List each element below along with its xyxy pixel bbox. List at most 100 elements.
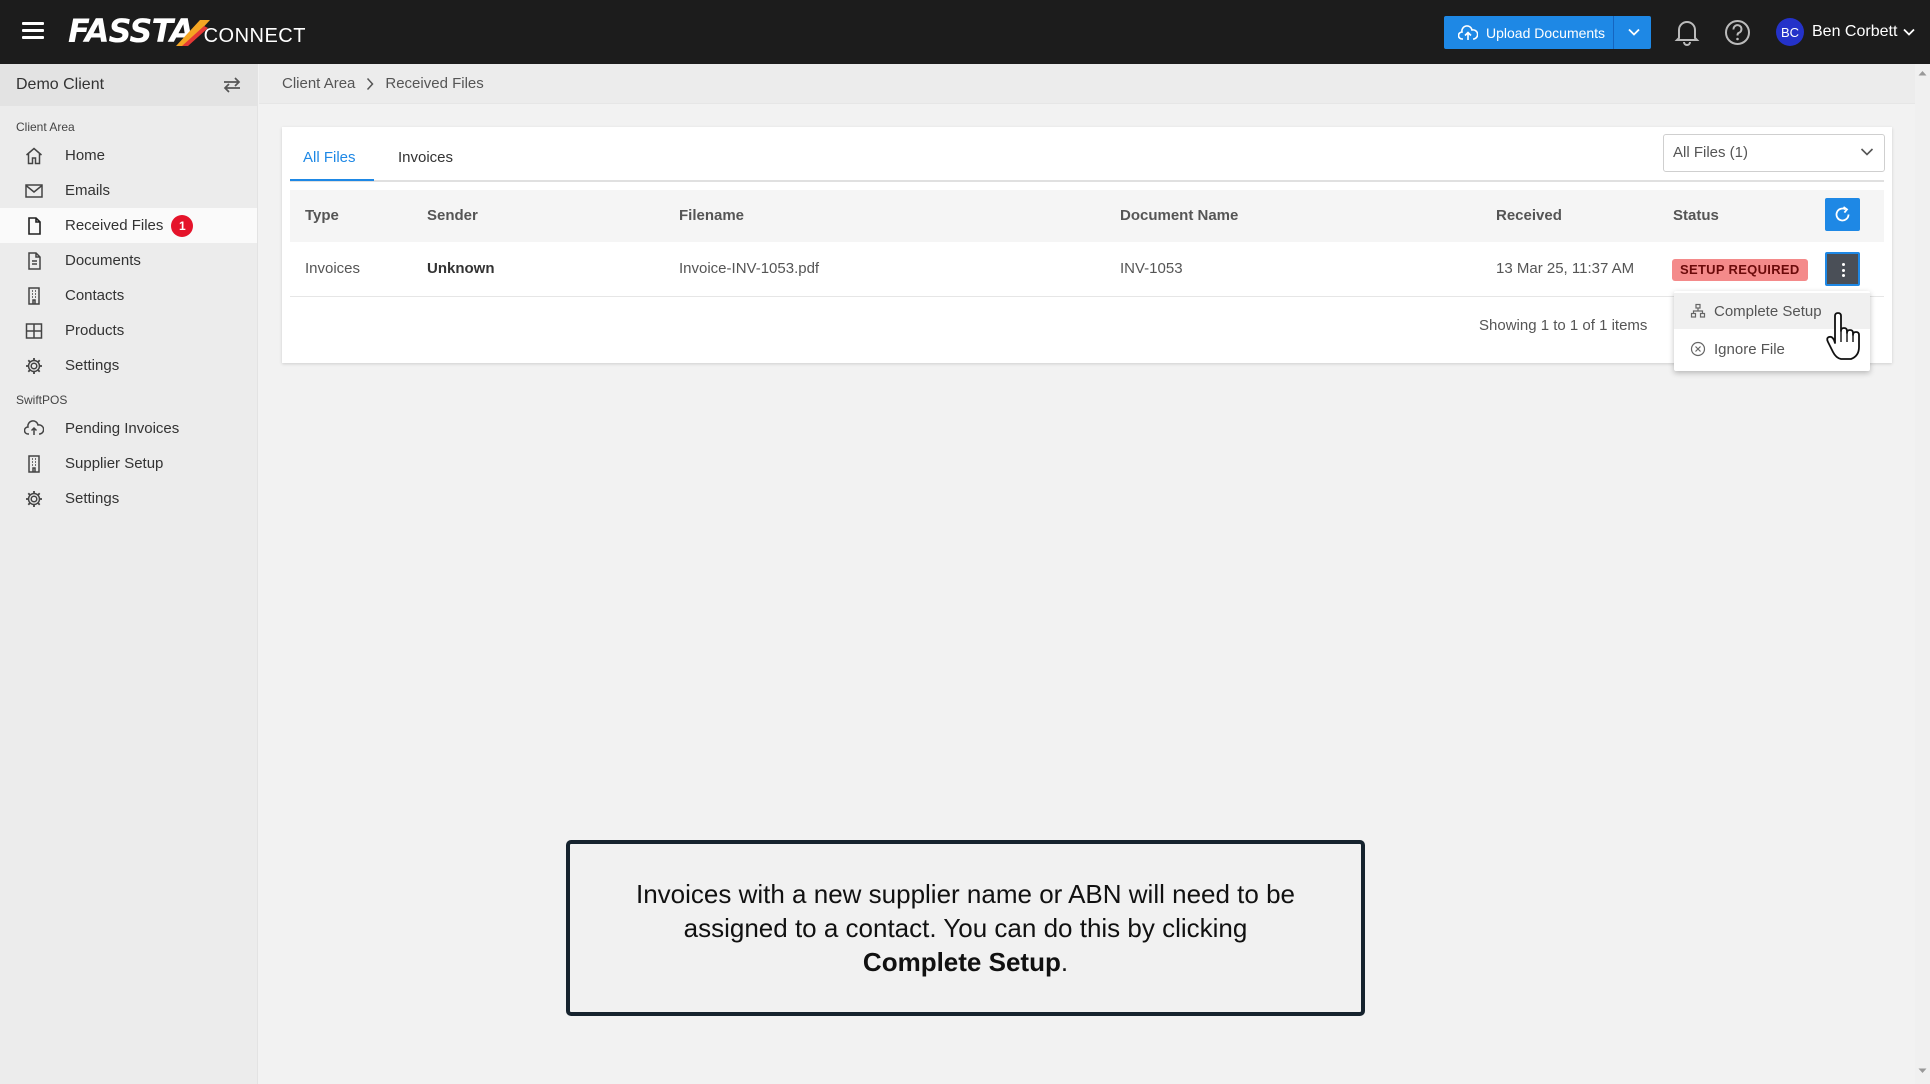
cell-document-name: INV-1053 xyxy=(1120,260,1183,277)
scroll-down-arrow-icon[interactable] xyxy=(1918,1068,1927,1074)
upload-documents-button[interactable]: Upload Documents xyxy=(1444,16,1651,49)
sidebar-item-documents[interactable]: Documents xyxy=(0,243,257,278)
help-icon[interactable] xyxy=(1724,19,1751,46)
kebab-dot xyxy=(1842,274,1845,277)
chevron-right-icon xyxy=(367,77,374,90)
tab-bar: All Files Invoices xyxy=(290,127,1884,182)
app-logo[interactable]: FASSTA CONNECT xyxy=(68,12,306,50)
sidebar-item-swiftpos-settings[interactable]: Settings xyxy=(0,481,257,516)
upload-documents-label: Upload Documents xyxy=(1486,24,1606,41)
active-tab-indicator xyxy=(290,179,374,181)
menu-item-label: Ignore File xyxy=(1714,340,1785,358)
table-row[interactable]: Invoices Unknown Invoice-INV-1053.pdf IN… xyxy=(290,242,1884,297)
sidebar-item-settings[interactable]: Settings xyxy=(0,348,257,383)
tab-all-files[interactable]: All Files xyxy=(303,149,356,166)
client-name: Demo Client xyxy=(16,76,105,93)
button-divider xyxy=(1613,16,1614,49)
sidebar: Demo Client Client Area Home Emails Rece… xyxy=(0,64,258,1084)
pagination-summary: Showing 1 to 1 of 1 items xyxy=(1479,317,1648,334)
gear-icon xyxy=(26,357,42,374)
sidebar-item-label: Products xyxy=(65,322,125,339)
column-header-sender[interactable]: Sender xyxy=(427,207,478,224)
top-bar: FASSTA CONNECT Upload Documents BC Ben C… xyxy=(0,0,1930,64)
sidebar-item-label: Contacts xyxy=(65,287,125,304)
refresh-button[interactable] xyxy=(1825,198,1860,231)
cloud-upload-icon xyxy=(24,419,44,435)
chevron-down-icon xyxy=(1903,28,1916,36)
sidebar-item-products[interactable]: Products xyxy=(0,313,257,348)
hierarchy-icon xyxy=(1690,303,1706,318)
bell-icon[interactable] xyxy=(1674,18,1700,46)
cell-received: 13 Mar 25, 11:37 AM xyxy=(1496,260,1635,277)
sidebar-item-contacts[interactable]: Contacts xyxy=(0,278,257,313)
callout-emphasis: Complete Setup xyxy=(862,947,1061,977)
table-header: Type Sender Filename Document Name Recei… xyxy=(290,190,1884,242)
swap-icon[interactable] xyxy=(222,76,242,94)
sidebar-item-label: Emails xyxy=(65,182,111,199)
breadcrumb-current: Received Files xyxy=(385,75,484,92)
column-header-document-name[interactable]: Document Name xyxy=(1120,207,1238,224)
files-card: All Files Invoices All Files (1) Type Se… xyxy=(282,127,1892,363)
cell-filename: Invoice-INV-1053.pdf xyxy=(679,260,820,277)
scroll-up-arrow-icon[interactable] xyxy=(1918,70,1927,76)
mail-icon xyxy=(25,183,43,198)
sidebar-item-label: Documents xyxy=(65,252,141,269)
gear-icon xyxy=(26,490,42,507)
user-name: Ben Corbett xyxy=(1812,23,1898,40)
sidebar-item-pending-invoices[interactable]: Pending Invoices xyxy=(0,411,257,446)
section-label-client-area: Client Area xyxy=(16,120,75,134)
pointer-hand-icon xyxy=(1826,312,1860,360)
page-scrollbar[interactable] xyxy=(1915,64,1930,1084)
sidebar-item-supplier-setup[interactable]: Supplier Setup xyxy=(0,446,257,481)
building-icon xyxy=(28,286,40,305)
column-header-status[interactable]: Status xyxy=(1673,207,1719,224)
kebab-dot xyxy=(1842,268,1845,272)
breadcrumb: Client Area Received Files xyxy=(259,64,1915,104)
sidebar-item-received-files[interactable]: Received Files 1 xyxy=(0,208,257,243)
sidebar-item-label: Settings xyxy=(65,357,120,374)
sidebar-item-label: Settings xyxy=(65,490,120,507)
column-header-type[interactable]: Type xyxy=(305,207,339,224)
filter-value: All Files (1) xyxy=(1673,144,1749,161)
tutorial-callout: Invoices with a new supplier name or ABN… xyxy=(566,840,1365,1016)
building-icon xyxy=(28,454,40,473)
cell-type: Invoices xyxy=(305,260,361,277)
logo-sub-text: CONNECT xyxy=(203,25,306,47)
menu-item-label: Complete Setup xyxy=(1714,302,1822,320)
callout-line-2: assigned to a contact. You can do this b… xyxy=(683,913,1248,943)
cell-sender: Unknown xyxy=(427,260,495,277)
logo-swoosh-icon xyxy=(176,20,210,46)
home-icon xyxy=(26,147,42,164)
sidebar-item-label: Supplier Setup xyxy=(65,455,164,472)
chevron-down-icon xyxy=(1860,148,1874,156)
sidebar-item-label: Pending Invoices xyxy=(65,420,180,437)
callout-line-1: Invoices with a new supplier name or ABN… xyxy=(635,879,1295,909)
row-actions-button[interactable] xyxy=(1825,252,1860,286)
grid-icon xyxy=(25,322,43,339)
tab-invoices[interactable]: Invoices xyxy=(398,149,453,166)
sidebar-item-home[interactable]: Home xyxy=(0,138,257,173)
client-switcher[interactable]: Demo Client xyxy=(0,64,257,106)
status-badge: SETUP REQUIRED xyxy=(1672,259,1808,281)
refresh-icon xyxy=(1835,206,1850,222)
close-circle-icon xyxy=(1690,341,1706,357)
breadcrumb-root[interactable]: Client Area xyxy=(282,75,355,92)
callout-line-3: Complete Setup. xyxy=(863,945,1068,979)
callout-end: . xyxy=(1060,947,1069,977)
menu-icon[interactable] xyxy=(22,22,44,40)
section-label-swiftpos: SwiftPOS xyxy=(16,393,68,407)
file-icon xyxy=(28,216,41,235)
kebab-dot xyxy=(1842,263,1845,266)
document-icon xyxy=(28,251,41,270)
sidebar-item-label: Home xyxy=(65,147,106,164)
column-header-filename[interactable]: Filename xyxy=(679,207,744,224)
column-header-received[interactable]: Received xyxy=(1496,207,1562,224)
avatar: BC xyxy=(1776,18,1804,46)
notification-badge: 1 xyxy=(171,214,194,237)
chevron-down-icon[interactable] xyxy=(1627,25,1641,39)
user-menu[interactable]: BC Ben Corbett xyxy=(1776,18,1916,46)
sidebar-item-emails[interactable]: Emails xyxy=(0,173,257,208)
file-filter-select[interactable]: All Files (1) xyxy=(1663,134,1885,172)
upload-cloud-icon xyxy=(1458,24,1478,40)
sidebar-item-label: Received Files xyxy=(65,217,164,234)
